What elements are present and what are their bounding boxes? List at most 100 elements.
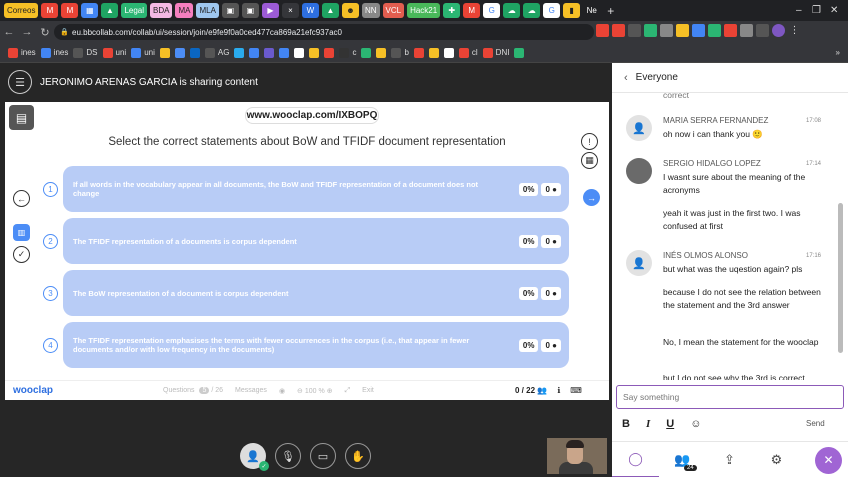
bookmark-item[interactable] bbox=[159, 47, 170, 58]
check-icon[interactable]: ✓ bbox=[13, 246, 30, 263]
browser-tab[interactable]: M bbox=[41, 3, 59, 18]
browser-tab[interactable]: ▶ bbox=[261, 3, 279, 18]
url-input[interactable]: 🔒 eu.bbcollab.com/collab/ui/session/join… bbox=[54, 24, 594, 40]
scrollbar-thumb[interactable] bbox=[838, 203, 843, 353]
bookmark-item[interactable]: cl bbox=[458, 47, 478, 58]
bookmark-item[interactable] bbox=[309, 47, 320, 58]
bookmark-item[interactable]: b bbox=[391, 47, 409, 58]
keyboard-icon[interactable]: ⌨ bbox=[570, 386, 582, 395]
browser-tab[interactable]: ▲ bbox=[101, 3, 119, 18]
extension-icon[interactable] bbox=[740, 24, 753, 37]
tab-chat[interactable]: ◯ bbox=[612, 442, 659, 477]
bookmark-item[interactable] bbox=[294, 47, 305, 58]
browser-tab[interactable]: ▮ bbox=[563, 3, 581, 18]
browser-tab[interactable]: ✚ bbox=[443, 3, 461, 18]
chat-scrollbar[interactable] bbox=[838, 93, 843, 380]
bookmark-item[interactable]: AG bbox=[204, 47, 229, 58]
minimize-button[interactable]: – bbox=[796, 0, 802, 21]
chat-message-input[interactable]: Say something bbox=[616, 385, 844, 409]
extension-icon[interactable] bbox=[596, 24, 609, 37]
forward-icon[interactable]: → bbox=[18, 26, 36, 38]
extension-icon[interactable] bbox=[724, 24, 737, 37]
browser-tab[interactable]: ▲ bbox=[321, 3, 339, 18]
bookmark-item[interactable] bbox=[361, 47, 372, 58]
bookmarks-overflow-button[interactable]: » bbox=[836, 48, 840, 57]
bookmark-item[interactable] bbox=[264, 47, 275, 58]
tab-settings[interactable]: ⚙ bbox=[753, 442, 800, 477]
answer-option[interactable]: 4 The TFIDF representation emphasises the… bbox=[43, 322, 569, 368]
back-icon[interactable]: ← bbox=[0, 26, 18, 38]
bookmark-item[interactable] bbox=[413, 47, 424, 58]
puzzle-icon[interactable] bbox=[756, 24, 769, 37]
extension-icon[interactable] bbox=[660, 24, 673, 37]
browser-tab[interactable]: VCL bbox=[382, 3, 405, 18]
camera-button[interactable]: ▭ bbox=[310, 443, 336, 469]
extension-icon[interactable] bbox=[692, 24, 705, 37]
send-button[interactable]: Send bbox=[806, 419, 825, 428]
maximize-button[interactable]: ❐ bbox=[812, 0, 821, 21]
close-panel-button[interactable]: ✕ bbox=[815, 446, 842, 474]
browser-tab[interactable]: MA bbox=[175, 3, 194, 18]
bookmark-item[interactable]: uni bbox=[102, 47, 126, 58]
bookmark-item[interactable]: DNI bbox=[482, 47, 509, 58]
extension-icon[interactable] bbox=[676, 24, 689, 37]
browser-tab[interactable]: M bbox=[61, 3, 79, 18]
browser-tab[interactable]: G bbox=[543, 3, 561, 18]
bookmark-item[interactable] bbox=[324, 47, 335, 58]
tab-participants[interactable]: 👥 24 bbox=[659, 442, 706, 477]
bookmark-item[interactable]: ines bbox=[8, 47, 36, 58]
microphone-button[interactable]: 🎙 bbox=[275, 443, 301, 469]
browser-tab[interactable]: M bbox=[463, 3, 481, 18]
extension-icon[interactable] bbox=[628, 24, 641, 37]
bookmark-item[interactable] bbox=[376, 47, 387, 58]
bookmark-item[interactable] bbox=[514, 47, 525, 58]
extension-icon[interactable] bbox=[612, 24, 625, 37]
new-tab-button[interactable]: + bbox=[607, 4, 614, 18]
browser-tab[interactable]: ▣ bbox=[221, 3, 239, 18]
bookmark-item[interactable] bbox=[443, 47, 454, 58]
bookmark-item[interactable] bbox=[249, 47, 260, 58]
browser-tab[interactable]: W bbox=[301, 3, 319, 18]
exit-link[interactable]: Exit bbox=[362, 387, 374, 394]
bookmark-item[interactable]: uni bbox=[131, 47, 155, 58]
browser-tab[interactable]: BDA bbox=[150, 3, 173, 18]
bookmark-item[interactable]: ines bbox=[40, 47, 68, 58]
grid-icon[interactable]: ▦ bbox=[581, 152, 598, 169]
messages-link[interactable]: Messages bbox=[235, 387, 267, 394]
profile-avatar[interactable] bbox=[772, 24, 785, 37]
browser-tab[interactable]: ☁ bbox=[503, 3, 521, 18]
eye-icon[interactable]: ◉ bbox=[279, 387, 285, 395]
italic-button[interactable]: I bbox=[646, 418, 650, 430]
extension-icon[interactable] bbox=[708, 24, 721, 37]
browser-tab[interactable]: ☻ bbox=[341, 3, 359, 18]
answer-option[interactable]: 1 If all words in the vocabulary appear i… bbox=[43, 166, 569, 212]
previous-arrow-icon[interactable]: ← bbox=[13, 190, 30, 207]
tab-share-content[interactable]: ⇪ bbox=[706, 442, 753, 477]
answer-option[interactable]: 3 The BoW representation of a document is… bbox=[43, 270, 569, 316]
underline-button[interactable]: U bbox=[666, 418, 674, 430]
browser-tab[interactable]: NN bbox=[361, 3, 380, 18]
session-menu-button[interactable]: ☰ bbox=[8, 70, 32, 94]
browser-tab[interactable]: MLA bbox=[196, 3, 219, 18]
browser-tab[interactable]: ▦ bbox=[81, 3, 99, 18]
back-chevron-icon[interactable]: ‹ bbox=[624, 72, 628, 84]
questions-nav[interactable]: Questions 5 / 26 bbox=[163, 387, 223, 394]
raise-hand-button[interactable]: ✋ bbox=[345, 443, 371, 469]
bookmark-item[interactable]: c bbox=[339, 47, 356, 58]
more-menu-icon[interactable]: ⋮ bbox=[788, 24, 801, 37]
bookmark-item[interactable] bbox=[174, 47, 185, 58]
close-panel-tab[interactable]: ✕ bbox=[800, 442, 847, 477]
browser-tab[interactable]: Hack21 bbox=[407, 3, 441, 18]
reload-icon[interactable]: ↻ bbox=[36, 26, 54, 39]
browser-tab-active[interactable]: × bbox=[281, 3, 299, 18]
browser-tab[interactable]: Ne bbox=[583, 3, 601, 18]
answer-option[interactable]: 2 The TFIDF representation of a documents… bbox=[43, 218, 569, 264]
my-status-button[interactable]: 👤 ✓ bbox=[240, 443, 269, 471]
browser-tab[interactable]: Legal bbox=[121, 3, 148, 18]
bookmark-item[interactable] bbox=[279, 47, 290, 58]
info-icon[interactable]: ! bbox=[581, 133, 598, 150]
results-chart-icon[interactable]: ▥ bbox=[13, 224, 30, 241]
bookmark-item[interactable] bbox=[428, 47, 439, 58]
bookmark-item[interactable] bbox=[189, 47, 200, 58]
bold-button[interactable]: B bbox=[622, 418, 630, 430]
